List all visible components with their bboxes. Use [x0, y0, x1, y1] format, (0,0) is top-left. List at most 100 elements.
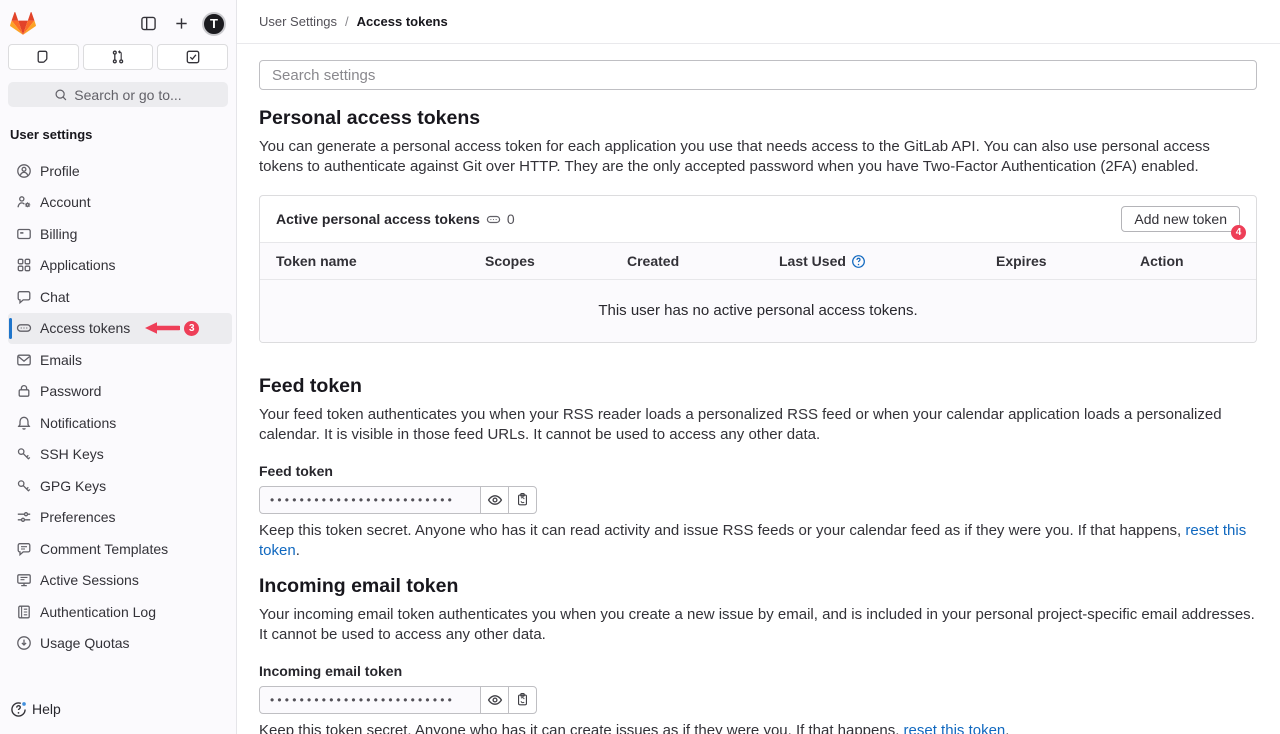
sidebar-toggle-icon[interactable]: [135, 11, 161, 37]
col-scopes: Scopes: [469, 243, 611, 280]
sidebar-item-comment-templates[interactable]: Comment Templates: [8, 533, 232, 565]
feed-token-group: •••••••••••••••••••••••••: [259, 486, 1257, 514]
issues-shortcut-button[interactable]: [8, 44, 79, 70]
col-last-used-label: Last Used: [779, 253, 846, 269]
col-token-name: Token name: [260, 243, 469, 280]
sidebar-item-usage-quotas[interactable]: Usage Quotas: [8, 628, 232, 660]
sidebar: T Search or go to... User settings Profi: [0, 0, 237, 734]
feed-token-copy-button[interactable]: [508, 486, 537, 514]
incoming-email-token-description: Your incoming email token authenticates …: [259, 605, 1257, 645]
gpg-key-icon: [16, 478, 32, 494]
incoming-email-token-hint: Keep this token secret. Anyone who has i…: [259, 721, 1257, 734]
merge-requests-shortcut-button[interactable]: [83, 44, 154, 70]
sidebar-item-label: Authentication Log: [40, 604, 156, 620]
user-avatar[interactable]: T: [202, 12, 226, 36]
search-settings-input[interactable]: [259, 60, 1257, 90]
sidebar-item-label: Account: [40, 194, 91, 210]
settings-content: Personal access tokens You can generate …: [237, 44, 1280, 734]
tokens-table: Token name Scopes Created Last Used: [260, 242, 1256, 342]
preferences-sliders-icon: [16, 509, 32, 525]
password-lock-icon: [16, 383, 32, 399]
annotation-arrow-and-badge: 3: [144, 321, 199, 336]
sidebar-item-label: Active Sessions: [40, 572, 139, 588]
incoming-email-token-reveal-button[interactable]: [480, 686, 509, 714]
sidebar-item-account[interactable]: Account: [8, 187, 232, 219]
help-button[interactable]: Help: [0, 694, 236, 734]
create-new-plus-icon[interactable]: [168, 11, 194, 37]
incoming-email-token-field-label: Incoming email token: [259, 663, 1257, 679]
help-label: Help: [32, 701, 61, 717]
feed-token-description: Your feed token authenticates you when y…: [259, 405, 1257, 445]
annotation-badge-4: 4: [1231, 225, 1246, 240]
sidebar-item-label: Billing: [40, 226, 77, 242]
feed-token-reveal-button[interactable]: [480, 486, 509, 514]
col-action: Action: [1124, 243, 1256, 280]
account-icon: [16, 194, 32, 210]
gitlab-logo-icon[interactable]: [10, 12, 36, 36]
sidebar-item-label: Usage Quotas: [40, 635, 130, 651]
authentication-log-icon: [16, 604, 32, 620]
emails-icon: [16, 352, 32, 368]
annotation-arrow-icon: [144, 321, 180, 335]
sidebar-item-label: Chat: [40, 289, 70, 305]
sidebar-item-profile[interactable]: Profile: [8, 155, 232, 187]
sidebar-item-chat[interactable]: Chat: [8, 281, 232, 313]
clipboard-copy-icon: [515, 692, 530, 707]
sidebar-item-label: Applications: [40, 257, 116, 273]
app-window: T Search or go to... User settings Profi: [0, 0, 1280, 734]
col-created: Created: [611, 243, 763, 280]
empty-state-row: This user has no active personal access …: [260, 280, 1256, 342]
billing-icon: [16, 226, 32, 242]
sidebar-item-applications[interactable]: Applications: [8, 250, 232, 282]
access-tokens-icon: [16, 320, 32, 336]
sidebar-item-gpg-keys[interactable]: GPG Keys: [8, 470, 232, 502]
question-help-icon[interactable]: [851, 254, 866, 269]
usage-quotas-icon: [16, 635, 32, 651]
feed-token-field-label: Feed token: [259, 463, 1257, 479]
sidebar-item-notifications[interactable]: Notifications: [8, 407, 232, 439]
sidebar-item-emails[interactable]: Emails: [8, 344, 232, 376]
todo-shortcut-button[interactable]: [157, 44, 228, 70]
incoming-email-token-hint-text: Keep this token secret. Anyone who has i…: [259, 722, 904, 734]
token-count-icon: [486, 212, 501, 227]
col-last-used: Last Used: [763, 243, 980, 280]
sidebar-item-label: Comment Templates: [40, 541, 168, 557]
incoming-email-token-hint-suffix: .: [1005, 722, 1009, 734]
sidebar-item-label: Preferences: [40, 509, 115, 525]
add-new-token-button[interactable]: Add new token: [1121, 206, 1240, 232]
active-tokens-card-title: Active personal access tokens: [276, 211, 480, 227]
active-sessions-monitor-icon: [16, 572, 32, 588]
breadcrumb-user-settings[interactable]: User Settings: [259, 14, 337, 29]
search-or-go-to[interactable]: Search or go to...: [8, 82, 228, 107]
sidebar-item-access-tokens[interactable]: Access tokens 3: [8, 313, 232, 345]
sidebar-item-preferences[interactable]: Preferences: [8, 502, 232, 534]
sidebar-item-authentication-log[interactable]: Authentication Log: [8, 596, 232, 628]
sidebar-section-title: User settings: [10, 127, 236, 142]
main-area: User Settings / Access tokens Personal a…: [237, 0, 1280, 734]
feed-token-title: Feed token: [259, 375, 1257, 398]
incoming-email-token-title: Incoming email token: [259, 575, 1257, 598]
help-icon: [10, 701, 27, 718]
eye-icon: [487, 692, 503, 708]
sidebar-item-label: SSH Keys: [40, 446, 104, 462]
search-icon: [54, 88, 68, 102]
sidebar-item-billing[interactable]: Billing: [8, 218, 232, 250]
incoming-email-token-masked-field[interactable]: •••••••••••••••••••••••••: [259, 686, 481, 714]
incoming-email-token-reset-link[interactable]: reset this token: [904, 722, 1006, 734]
sidebar-nav: Profile Account Billing Applications Cha…: [0, 155, 236, 659]
sidebar-item-ssh-keys[interactable]: SSH Keys: [8, 439, 232, 471]
ssh-key-icon: [16, 446, 32, 462]
applications-icon: [16, 257, 32, 273]
personal-access-tokens-title: Personal access tokens: [259, 107, 1257, 130]
notifications-bell-icon: [16, 415, 32, 431]
feed-token-masked-field[interactable]: •••••••••••••••••••••••••: [259, 486, 481, 514]
incoming-email-token-copy-button[interactable]: [508, 686, 537, 714]
feed-token-hint-text: Keep this token secret. Anyone who has i…: [259, 522, 1185, 539]
empty-state-message: This user has no active personal access …: [260, 280, 1256, 342]
sidebar-item-password[interactable]: Password: [8, 376, 232, 408]
breadcrumb-separator: /: [337, 14, 357, 29]
clipboard-copy-icon: [515, 492, 530, 507]
sidebar-item-active-sessions[interactable]: Active Sessions: [8, 565, 232, 597]
sidebar-top-row: T: [0, 0, 236, 38]
sidebar-item-label: GPG Keys: [40, 478, 106, 494]
